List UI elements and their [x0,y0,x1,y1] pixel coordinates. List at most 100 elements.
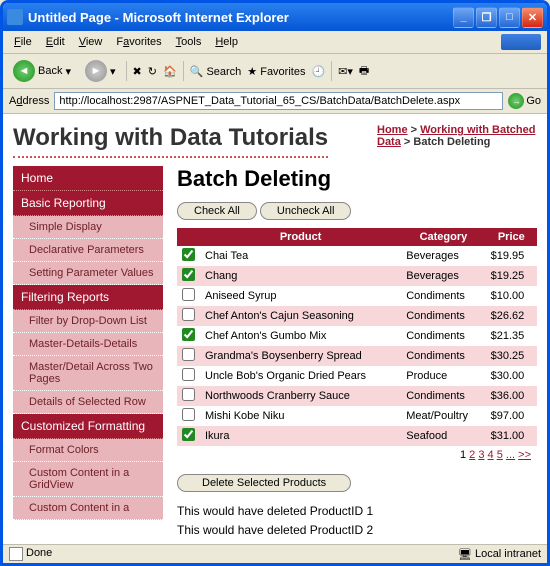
col-category: Category [401,228,485,246]
row-checkbox[interactable] [182,408,195,421]
page-link[interactable]: >> [518,449,531,461]
sidebar-item[interactable]: Master/Detail Across Two Pages [13,356,163,391]
table-row: Chef Anton's Cajun SeasoningCondiments$2… [177,306,537,326]
check-all-button[interactable]: Check All [177,202,257,220]
page-content: Working with Data Tutorials Home > Worki… [3,114,547,544]
table-row: Mishi Kobe NikuMeat/Poultry$97.00 [177,406,537,426]
cell-product: Ikura [200,426,401,446]
row-checkbox[interactable] [182,268,195,281]
minimize-button[interactable]: _ [453,7,474,28]
menu-file[interactable]: File [9,34,37,50]
row-checkbox[interactable] [182,248,195,261]
cell-price: $10.00 [486,286,537,306]
grid-pager: 1 2 3 4 5 ... >> [177,446,537,464]
sidebar-item[interactable]: Filter by Drop-Down List [13,310,163,333]
zone-icon: 🖥 [458,548,472,561]
status-bar: Done 🖥Local intranet [3,544,547,563]
sidebar-item[interactable]: Home [13,166,163,191]
cell-product: Chai Tea [200,246,401,266]
cell-product: Chang [200,266,401,286]
sidebar-item[interactable]: Simple Display [13,216,163,239]
result-line: This would have deleted ProductID 1 [177,502,537,521]
table-row: Grandma's Boysenberry SpreadCondiments$3… [177,346,537,366]
sidebar-item[interactable]: Details of Selected Row [13,391,163,414]
page-link[interactable]: 3 [478,449,484,461]
cell-price: $97.00 [486,406,537,426]
menu-view[interactable]: View [74,34,108,50]
forward-button[interactable]: ►▾ [81,58,120,84]
sidebar-item[interactable]: Custom Content in a GridView [13,462,163,497]
cell-category: Beverages [401,246,485,266]
cell-product: Chef Anton's Gumbo Mix [200,326,401,346]
table-row: IkuraSeafood$31.00 [177,426,537,446]
address-input[interactable] [54,92,503,110]
products-grid: Product Category Price Chai TeaBeverages… [177,228,537,446]
cell-category: Condiments [401,306,485,326]
address-label: Address [9,95,49,107]
sidebar-item[interactable]: Custom Content in a [13,497,163,520]
print-icon[interactable]: 🖶 [359,62,369,81]
result-line: This would have deleted ProductID 2 [177,521,537,540]
restore-button[interactable]: ❐ [476,7,497,28]
page-link[interactable]: 4 [488,449,494,461]
menu-edit[interactable]: Edit [41,34,70,50]
cell-category: Condiments [401,326,485,346]
page-link[interactable]: 2 [469,449,475,461]
stop-icon[interactable]: ✖ [133,65,142,78]
window-title: Untitled Page - Microsoft Internet Explo… [28,10,453,25]
close-button[interactable]: ✕ [522,7,543,28]
cell-product: Mishi Kobe Niku [200,406,401,426]
table-row: Uncle Bob's Organic Dried PearsProduce$3… [177,366,537,386]
ie-logo [501,34,541,50]
menubar: File Edit View Favorites Tools Help [3,31,547,54]
maximize-button[interactable]: □ [499,7,520,28]
status-text: Done [26,547,52,561]
sidebar-item[interactable]: Setting Parameter Values [13,262,163,285]
toolbar: ◄Back ▾ ►▾ ✖ ↻ 🏠 🔍 Search ★ Favorites 🕘 … [3,54,547,89]
row-checkbox[interactable] [182,368,195,381]
cell-product: Northwoods Cranberry Sauce [200,386,401,406]
sidebar-item[interactable]: Format Colors [13,439,163,462]
sidebar-item[interactable]: Customized Formatting [13,414,163,439]
breadcrumb-last: Batch Deleting [413,136,490,148]
back-button[interactable]: ◄Back ▾ [9,58,75,84]
mail-icon[interactable]: ✉▾ [338,65,353,78]
breadcrumb-home[interactable]: Home [377,124,408,136]
menu-favorites[interactable]: Favorites [111,34,166,50]
uncheck-all-button[interactable]: Uncheck All [260,202,351,220]
search-button[interactable]: 🔍 Search [190,65,242,78]
sidebar-item[interactable]: Filtering Reports [13,285,163,310]
sidebar-item[interactable]: Declarative Parameters [13,239,163,262]
row-checkbox[interactable] [182,328,195,341]
row-checkbox[interactable] [182,428,195,441]
menu-help[interactable]: Help [210,34,243,50]
page-link[interactable]: 5 [497,449,503,461]
cell-price: $26.62 [486,306,537,326]
go-button[interactable]: →Go [508,93,541,109]
col-price: Price [486,228,537,246]
window-titlebar: Untitled Page - Microsoft Internet Explo… [3,3,547,31]
row-checkbox[interactable] [182,388,195,401]
page-link[interactable]: ... [506,449,515,461]
menu-tools[interactable]: Tools [171,34,207,50]
results-output: This would have deleted ProductID 1This … [177,502,537,544]
delete-selected-button[interactable]: Delete Selected Products [177,474,351,492]
home-icon[interactable]: 🏠 [163,65,177,78]
history-icon[interactable]: 🕘 [311,65,325,78]
sidebar-item[interactable]: Basic Reporting [13,191,163,216]
table-row: Northwoods Cranberry SauceCondiments$36.… [177,386,537,406]
sidebar-item[interactable]: Master-Details-Details [13,333,163,356]
col-checkbox [177,228,200,246]
row-checkbox[interactable] [182,308,195,321]
favorites-button[interactable]: ★ Favorites [247,65,305,78]
row-checkbox[interactable] [182,348,195,361]
ie-icon [7,9,23,25]
cell-category: Condiments [401,286,485,306]
row-checkbox[interactable] [182,288,195,301]
cell-price: $21.35 [486,326,537,346]
cell-price: $31.00 [486,426,537,446]
cell-price: $30.00 [486,366,537,386]
cell-product: Grandma's Boysenberry Spread [200,346,401,366]
cell-product: Aniseed Syrup [200,286,401,306]
refresh-icon[interactable]: ↻ [148,65,157,78]
